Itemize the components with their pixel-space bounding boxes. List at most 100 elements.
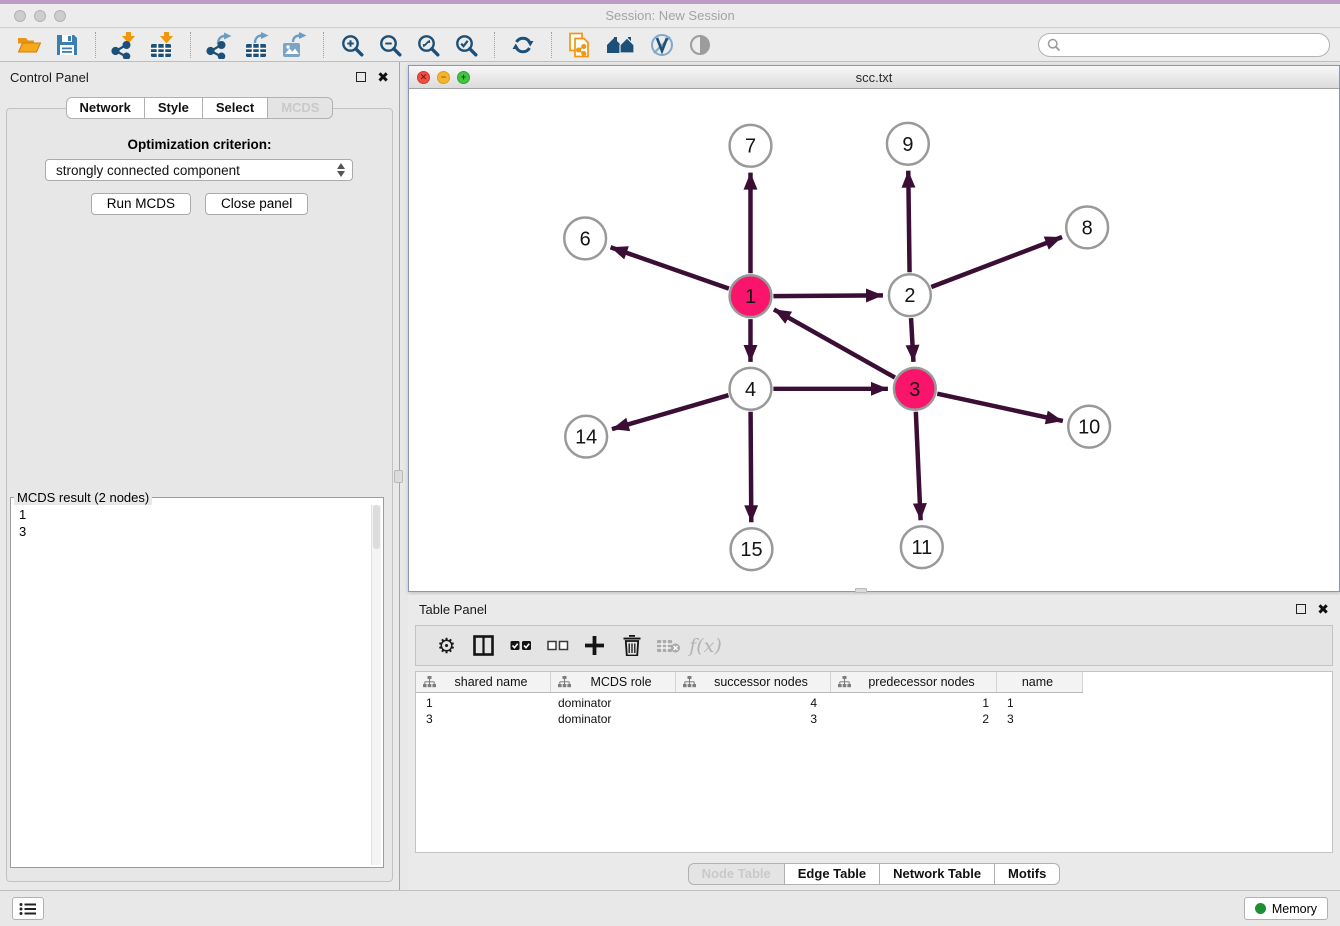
tab-edge-table[interactable]: Edge Table bbox=[785, 863, 880, 885]
export-table-icon[interactable] bbox=[242, 30, 272, 60]
table-cell[interactable]: 4 bbox=[676, 696, 831, 710]
import-table-icon[interactable] bbox=[147, 30, 177, 60]
tab-style[interactable]: Style bbox=[145, 97, 203, 119]
tab-node-table[interactable]: Node Table bbox=[688, 863, 785, 885]
add-row-icon[interactable] bbox=[576, 636, 613, 655]
zoom-selected-icon[interactable] bbox=[451, 30, 481, 60]
table-row[interactable]: 1dominator411 bbox=[416, 695, 1332, 711]
column-header-mcds-role[interactable]: MCDS role bbox=[551, 672, 676, 692]
tab-network[interactable]: Network bbox=[66, 97, 145, 119]
node-11[interactable]: 11 bbox=[901, 526, 943, 568]
export-image-icon[interactable] bbox=[280, 30, 310, 60]
mcds-result-text[interactable]: 1 3 bbox=[13, 505, 370, 865]
column-header-predecessor-nodes[interactable]: predecessor nodes bbox=[831, 672, 997, 692]
unselect-all-icon[interactable] bbox=[539, 640, 576, 651]
table-cell[interactable]: 3 bbox=[997, 712, 1083, 726]
float-table-panel-icon[interactable] bbox=[1296, 604, 1306, 614]
clone-network-icon[interactable] bbox=[565, 30, 595, 60]
zoom-out-icon[interactable] bbox=[375, 30, 405, 60]
close-panel-icon[interactable]: ✖ bbox=[377, 70, 389, 84]
vertical-splitter-grip[interactable] bbox=[394, 470, 403, 483]
node-15[interactable]: 15 bbox=[731, 528, 773, 570]
network-minimize-button[interactable]: − bbox=[437, 71, 450, 84]
edge-2-8[interactable] bbox=[931, 237, 1062, 287]
toolbar-separator bbox=[95, 32, 96, 58]
birdseye-view-icon[interactable] bbox=[603, 30, 639, 60]
node-9[interactable]: 9 bbox=[887, 123, 929, 165]
toolbar-separator bbox=[494, 32, 495, 58]
table-cell[interactable]: 3 bbox=[416, 712, 551, 726]
save-session-icon[interactable] bbox=[52, 30, 82, 60]
table-cell[interactable]: 2 bbox=[831, 712, 997, 726]
tab-network-table[interactable]: Network Table bbox=[880, 863, 995, 885]
table-cell[interactable]: 1 bbox=[416, 696, 551, 710]
edge-2-9[interactable] bbox=[908, 171, 909, 273]
node-3[interactable]: 3 bbox=[894, 368, 936, 410]
tab-motifs[interactable]: Motifs bbox=[995, 863, 1060, 885]
apply-layout-icon[interactable] bbox=[508, 30, 538, 60]
network-graph[interactable]: 1 2 3 4 6 7 8 9 10 11 14 15 bbox=[409, 89, 1339, 591]
import-network-icon[interactable] bbox=[109, 30, 139, 60]
close-table-panel-icon[interactable]: ✖ bbox=[1317, 602, 1329, 616]
zoom-in-icon[interactable] bbox=[337, 30, 367, 60]
attribute-icon bbox=[551, 676, 571, 688]
show-columns-icon[interactable] bbox=[465, 635, 502, 656]
node-10[interactable]: 10 bbox=[1068, 406, 1110, 448]
memory-button[interactable]: Memory bbox=[1244, 897, 1328, 920]
network-window-title: scc.txt bbox=[409, 70, 1339, 85]
select-all-icon[interactable] bbox=[502, 640, 539, 651]
node-4[interactable]: 4 bbox=[730, 368, 772, 410]
node-1[interactable]: 1 bbox=[730, 275, 772, 317]
edge-2-3[interactable] bbox=[911, 318, 913, 362]
attribute-icon bbox=[416, 676, 436, 688]
edge-1-6[interactable] bbox=[611, 247, 729, 288]
run-mcds-button[interactable]: Run MCDS bbox=[91, 193, 191, 215]
node-6[interactable]: 6 bbox=[564, 217, 606, 259]
edge-4-15[interactable] bbox=[751, 412, 752, 523]
search-input[interactable] bbox=[1038, 33, 1330, 57]
result-scrollbar[interactable] bbox=[371, 505, 381, 865]
tab-select[interactable]: Select bbox=[203, 97, 268, 119]
edge-3-10[interactable] bbox=[937, 394, 1063, 421]
edge-1-2[interactable] bbox=[773, 295, 883, 296]
delete-row-icon[interactable] bbox=[613, 635, 650, 656]
table-settings-gear-icon[interactable]: ⚙ bbox=[428, 634, 465, 658]
toolbar-separator bbox=[323, 32, 324, 58]
node-14[interactable]: 14 bbox=[565, 416, 607, 458]
close-panel-button[interactable]: Close panel bbox=[205, 193, 308, 215]
node-2[interactable]: 2 bbox=[889, 274, 931, 316]
task-history-button[interactable] bbox=[12, 897, 44, 920]
float-panel-icon[interactable] bbox=[356, 72, 366, 82]
zoom-fit-icon[interactable] bbox=[413, 30, 443, 60]
column-header-successor-nodes[interactable]: successor nodes bbox=[676, 672, 831, 692]
graphics-details-icon[interactable] bbox=[685, 30, 715, 60]
column-header-shared-name[interactable]: shared name bbox=[416, 672, 551, 692]
table-row[interactable]: 3dominator323 bbox=[416, 711, 1332, 727]
network-window-titlebar[interactable]: ✕ − + scc.txt bbox=[409, 66, 1339, 89]
tab-mcds[interactable]: MCDS bbox=[268, 97, 333, 119]
horizontal-splitter-grip[interactable] bbox=[855, 588, 867, 593]
edge-3-11[interactable] bbox=[916, 412, 921, 521]
column-header-name[interactable]: name bbox=[997, 672, 1083, 692]
column-header-label: name bbox=[997, 675, 1082, 689]
table-cell[interactable]: 3 bbox=[676, 712, 831, 726]
network-maximize-button[interactable]: + bbox=[457, 71, 470, 84]
export-network-icon[interactable] bbox=[204, 30, 234, 60]
vizmapper-icon[interactable] bbox=[647, 30, 677, 60]
table-cell[interactable]: 1 bbox=[831, 696, 997, 710]
node-7[interactable]: 7 bbox=[730, 125, 772, 167]
edge-4-14[interactable] bbox=[612, 395, 729, 429]
edge-3-1[interactable] bbox=[774, 309, 895, 377]
search-icon bbox=[1047, 38, 1061, 57]
open-file-icon[interactable] bbox=[14, 30, 44, 60]
criterion-select[interactable]: strongly connected component bbox=[45, 159, 353, 181]
app-title: Session: New Session bbox=[0, 8, 1340, 23]
table-cell[interactable]: 1 bbox=[997, 696, 1083, 710]
table-cell[interactable]: dominator bbox=[551, 712, 676, 726]
node-8[interactable]: 8 bbox=[1066, 207, 1108, 249]
table-cell[interactable]: dominator bbox=[551, 696, 676, 710]
network-close-button[interactable]: ✕ bbox=[417, 71, 430, 84]
column-header-label: successor nodes bbox=[696, 675, 830, 689]
svg-text:6: 6 bbox=[580, 228, 591, 250]
network-canvas[interactable]: 1 2 3 4 6 7 8 9 10 11 14 15 bbox=[409, 89, 1339, 591]
